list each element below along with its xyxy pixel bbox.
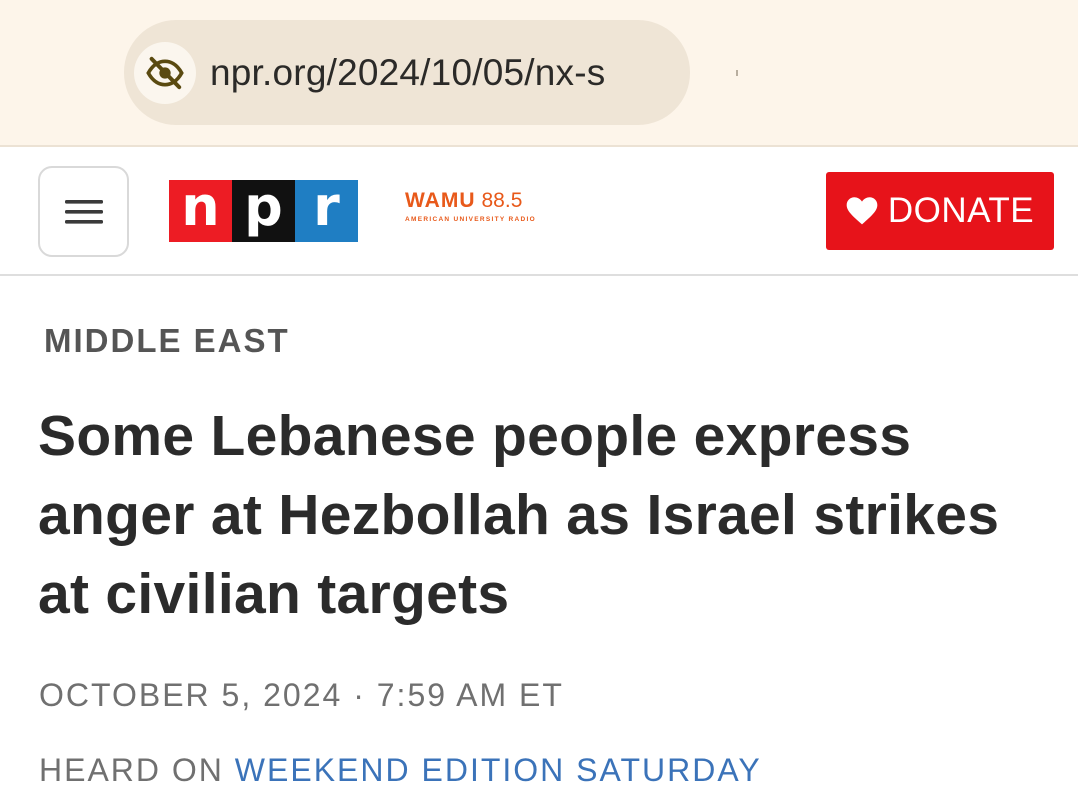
station-tagline: AMERICAN UNIVERSITY RADIO — [405, 216, 536, 223]
hamburger-icon — [64, 199, 103, 224]
station-logo[interactable]: WAMU 88.5 AMERICAN UNIVERSITY RADIO — [405, 189, 536, 223]
donate-button[interactable]: DONATE — [826, 172, 1054, 250]
browser-toolbar: npr.org/2024/10/05/nx-s — [0, 0, 1078, 147]
article-headline: Some Lebanese people express anger at He… — [38, 404, 1000, 626]
eye-off-icon[interactable] — [134, 41, 196, 104]
heart-icon — [846, 197, 878, 225]
npr-logo-p: p — [232, 180, 295, 242]
address-bar[interactable]: npr.org/2024/10/05/nx-s — [124, 20, 690, 125]
menu-button[interactable] — [38, 166, 129, 257]
npr-logo-n: n — [169, 180, 232, 242]
npr-logo[interactable]: n p r — [169, 180, 358, 242]
site-header: n p r WAMU 88.5 AMERICAN UNIVERSITY RADI… — [0, 149, 1078, 276]
toolbar-divider — [736, 70, 738, 76]
donate-label: DONATE — [887, 191, 1035, 230]
npr-logo-r: r — [295, 180, 358, 242]
station-frequency: 88.5 — [481, 189, 523, 212]
url-text[interactable]: npr.org/2024/10/05/nx-s — [210, 52, 605, 94]
program-link[interactable]: WEEKEND EDITION SATURDAY — [235, 752, 762, 788]
article-dateline: OCTOBER 5, 2024 · 7:59 AM ET — [39, 677, 564, 713]
section-label[interactable]: MIDDLE EAST — [44, 322, 290, 360]
heard-on-prefix: HEARD ON — [39, 752, 224, 788]
heard-on-line: HEARD ON WEEKEND EDITION SATURDAY — [39, 752, 762, 789]
station-name: WAMU — [405, 189, 476, 212]
